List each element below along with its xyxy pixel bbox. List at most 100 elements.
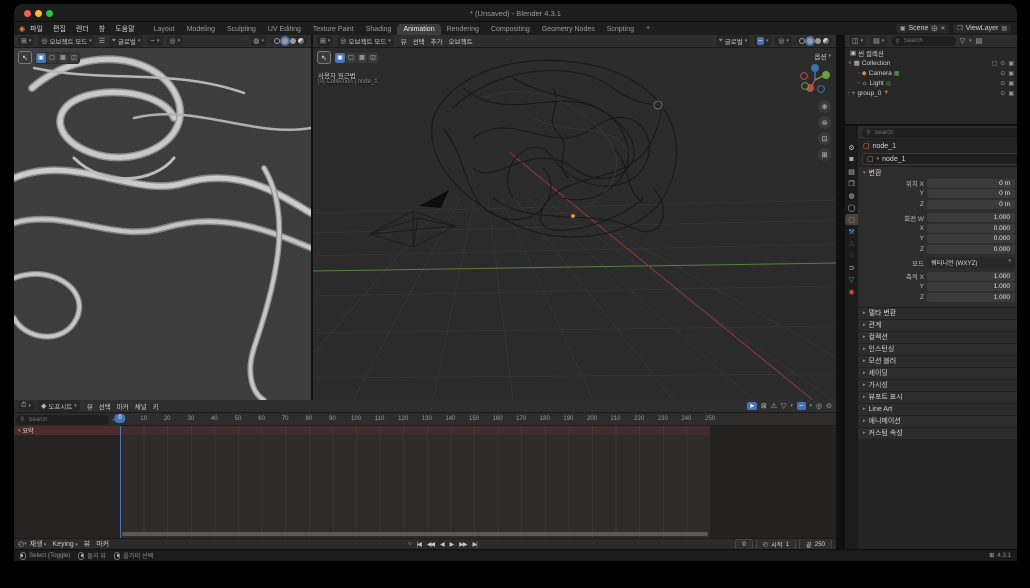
search-input[interactable] bbox=[26, 416, 82, 424]
workspace-tab-compositing[interactable]: Compositing bbox=[485, 24, 536, 35]
workspace-tab-scripting[interactable]: Scripting bbox=[601, 24, 640, 35]
gizmo-x-axis-negative[interactable] bbox=[801, 73, 808, 80]
transform-value-field[interactable]: 1.000 bbox=[927, 272, 1015, 281]
viewport-menu-오브젝트[interactable]: 오브젝트 bbox=[446, 39, 476, 46]
select-mode-new-icon[interactable]: ▣ bbox=[36, 53, 46, 63]
mode-dropdown[interactable]: ◎오브젝트 모드▾ bbox=[337, 35, 393, 47]
workspace-tab-shading[interactable]: Shading bbox=[360, 24, 398, 35]
dope-sheet-menu-뷰[interactable]: 뷰 bbox=[84, 404, 96, 411]
menu-파일[interactable]: 파일 bbox=[25, 26, 48, 33]
disclosure-icon[interactable]: ∨ bbox=[848, 60, 852, 66]
dope-sheet-mode-dropdown[interactable]: ◆도프시트▾ bbox=[38, 400, 80, 412]
display-mode-dropdown[interactable]: ▤▾ bbox=[870, 36, 887, 46]
select-mode-new-icon[interactable]: ▣ bbox=[335, 53, 345, 63]
transform-value-field[interactable]: 0 m bbox=[927, 200, 1015, 209]
gizmo-z-axis-negative[interactable] bbox=[818, 86, 825, 93]
scene-tab[interactable]: ◍ bbox=[845, 190, 858, 201]
jump-to-end-button[interactable]: ▶| bbox=[471, 541, 479, 548]
eye-icon[interactable]: ⊙ bbox=[1000, 90, 1005, 97]
editor-type-button[interactable]: ◫▾ bbox=[849, 36, 866, 46]
current-frame-field[interactable]: 0 bbox=[735, 539, 752, 550]
editor-type-button[interactable]: ⊞▾ bbox=[18, 36, 34, 46]
panel-커스텀 속성[interactable]: ▸커스텀 속성 bbox=[858, 427, 1017, 439]
jump-to-start-button[interactable]: |◀ bbox=[415, 541, 423, 548]
viewport-center-canvas[interactable]: ↖ ▣ ▢ ▩ ◫ 옵션▾ 사용자 원근법 [0] Collection | n… bbox=[313, 48, 836, 400]
exclude-icon[interactable]: ▢ bbox=[992, 60, 998, 67]
new-scene-icon[interactable]: ⨁ bbox=[931, 25, 937, 32]
auto-keying-button[interactable]: ○ bbox=[406, 541, 413, 547]
hamburger-menu-icon[interactable]: ☰ bbox=[99, 37, 105, 45]
transform-value-field[interactable]: 1.000 bbox=[927, 213, 1015, 222]
material-tab[interactable]: ◉ bbox=[845, 286, 858, 297]
proportional-edit-icon[interactable]: ◎ bbox=[816, 402, 822, 410]
next-keyframe-button[interactable]: ▶▶ bbox=[457, 541, 468, 548]
playback-menu-뷰[interactable]: 뷰 bbox=[81, 541, 93, 548]
constraints-tab[interactable]: ⊃ bbox=[845, 262, 858, 273]
object-name-field[interactable]: ▢ ▾ node_1 bbox=[862, 153, 1017, 165]
tool-tab[interactable]: ⚙ bbox=[845, 142, 858, 153]
unlink-scene-icon[interactable]: ✕ bbox=[940, 25, 945, 32]
end-frame-field[interactable]: 끝250 bbox=[799, 538, 832, 549]
camera-render-icon[interactable]: ▣ bbox=[1008, 80, 1014, 87]
particles-tab[interactable]: ∴ bbox=[845, 238, 858, 249]
breadcrumb-object-name[interactable]: node_1 bbox=[873, 143, 896, 150]
tool-options-dropdown[interactable]: 옵션▾ bbox=[815, 51, 831, 61]
select-mode-extend-icon[interactable]: ▢ bbox=[47, 53, 57, 63]
camera-render-icon[interactable]: ▣ bbox=[1008, 90, 1014, 97]
select-mode-invert-icon[interactable]: ◫ bbox=[69, 53, 79, 63]
transform-value-field[interactable]: 0.000 bbox=[927, 224, 1015, 233]
rendered-shading-icon[interactable] bbox=[298, 38, 304, 44]
transform-value-field[interactable]: 0.000 bbox=[927, 234, 1015, 243]
eye-icon[interactable]: ⊙ bbox=[1000, 70, 1005, 77]
transform-orientation-dropdown[interactable]: ⌖글로벌▾ bbox=[716, 35, 750, 47]
search-input[interactable] bbox=[872, 129, 962, 137]
rotation-mode-dropdown[interactable]: 쿼터니언 (WXYZ)▾ bbox=[927, 257, 1015, 268]
copy-keyframes-icon[interactable]: ⊙ bbox=[826, 402, 832, 410]
search-input[interactable] bbox=[902, 37, 952, 45]
output-tab[interactable]: ▤ bbox=[845, 166, 858, 177]
camera-view-icon[interactable]: ⊡ bbox=[818, 132, 831, 145]
eye-icon[interactable]: ⊙ bbox=[1000, 80, 1005, 87]
solid-shading-icon[interactable] bbox=[807, 38, 813, 44]
workspace-tab-uv-editing[interactable]: UV Editing bbox=[262, 24, 307, 35]
panel-인스턴싱[interactable]: ▸인스턴싱 bbox=[858, 343, 1017, 355]
workspace-tab-geometry-nodes[interactable]: Geometry Nodes bbox=[536, 24, 601, 35]
playback-menu-재생[interactable]: 재생 ▾ bbox=[27, 541, 50, 548]
horizontal-scrollbar[interactable] bbox=[122, 532, 708, 536]
menu-편집[interactable]: 편집 bbox=[48, 26, 71, 33]
disclosure-icon[interactable]: › bbox=[848, 90, 850, 96]
object-data-tab[interactable]: ▽ bbox=[845, 274, 858, 285]
outliner-row-light[interactable]: ›☼Light◎⊙▣ bbox=[845, 78, 1017, 88]
select-mode-subtract-icon[interactable]: ▩ bbox=[58, 53, 68, 63]
perspective-toggle-icon[interactable]: ⊞ bbox=[818, 148, 831, 161]
outliner-row-씬 컬렉션[interactable]: ▣씬 컬렉션 bbox=[845, 48, 1017, 58]
workspace-tab-animation[interactable]: Animation bbox=[397, 24, 440, 35]
view-layer-tab[interactable]: ❐ bbox=[845, 178, 858, 189]
panel-셰이딩[interactable]: ▸셰이딩 bbox=[858, 367, 1017, 379]
material-shading-icon[interactable] bbox=[290, 38, 296, 44]
transform-orientation-dropdown[interactable]: ⌖글로벌▾ bbox=[109, 35, 143, 47]
modifiers-tab[interactable]: ⚒ bbox=[845, 226, 858, 237]
playback-menu-마커[interactable]: 마커 bbox=[93, 541, 112, 548]
workspace-tab-sculpting[interactable]: Sculpting bbox=[221, 24, 262, 35]
start-frame-field[interactable]: ◴ 시작1 bbox=[756, 538, 796, 549]
overlays-dropdown[interactable]: ◍▾ bbox=[250, 36, 267, 46]
viewport-left-canvas[interactable]: ↖ ▣ ▢ ▩ ◫ bbox=[14, 48, 311, 400]
panel-뷰포트 표시[interactable]: ▸뷰포트 표시 bbox=[858, 391, 1017, 403]
world-tab[interactable]: ◯ bbox=[845, 202, 858, 213]
active-tool-tweak-icon[interactable]: ↖ bbox=[317, 51, 331, 64]
play-button[interactable]: ▶ bbox=[448, 541, 456, 548]
show-hidden-icon[interactable]: ⊠ bbox=[761, 402, 767, 410]
summary-channel[interactable]: ▾요약 bbox=[14, 426, 120, 435]
panel-컬렉션[interactable]: ▸컬렉션 bbox=[858, 331, 1017, 343]
channel-search[interactable]: ⚲ bbox=[16, 415, 109, 425]
transform-value-field[interactable]: 0.000 bbox=[927, 245, 1015, 254]
filter-icon[interactable]: ▽ bbox=[960, 37, 965, 45]
disclosure-icon[interactable]: › bbox=[858, 70, 860, 76]
transform-panel-header[interactable]: ▾변환 bbox=[858, 166, 1017, 178]
panel-모션 블러[interactable]: ▸모션 블러 bbox=[858, 355, 1017, 367]
filter-icon[interactable]: ▽ bbox=[781, 402, 786, 410]
active-tool-tweak-icon[interactable]: ↖ bbox=[18, 51, 32, 64]
show-errors-icon[interactable]: ⚠ bbox=[771, 402, 777, 410]
new-collection-icon[interactable]: ▤ bbox=[976, 37, 983, 45]
